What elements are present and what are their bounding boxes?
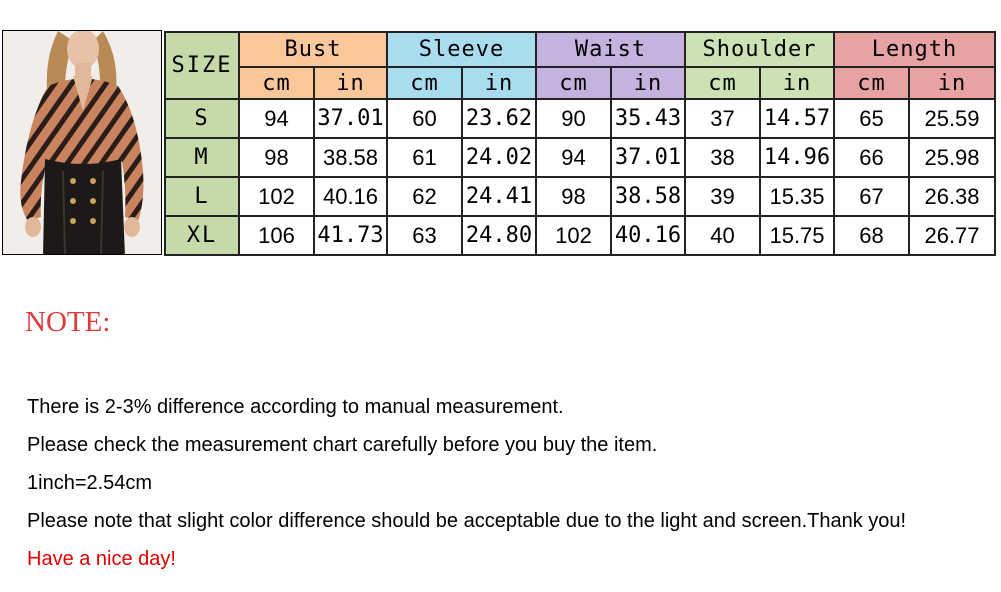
unit-cell: in <box>759 66 835 100</box>
sleeve-header: Sleeve <box>386 31 537 68</box>
value-cell: 68 <box>833 215 910 256</box>
size-cell: L <box>164 176 240 217</box>
value-cell: 98 <box>535 176 612 217</box>
table-row: M 98 38.58 61 24.02 94 37.01 38 14.96 66… <box>164 137 996 178</box>
value-cell: 65 <box>833 98 910 139</box>
value-cell: 26.77 <box>908 215 996 256</box>
shoulder-header: Shoulder <box>684 31 835 68</box>
value-cell: 60 <box>386 98 463 139</box>
value-cell: 102 <box>535 215 612 256</box>
closing-line: Have a nice day! <box>27 548 176 570</box>
value-cell: 24.80 <box>461 215 537 256</box>
value-cell: 24.02 <box>461 137 537 178</box>
value-cell: 61 <box>386 137 463 178</box>
unit-cell: cm <box>535 66 612 100</box>
value-cell: 35.43 <box>610 98 686 139</box>
value-cell: 37.01 <box>313 98 388 139</box>
value-cell: 98 <box>238 137 315 178</box>
size-cell: S <box>164 98 240 139</box>
value-cell: 94 <box>238 98 315 139</box>
bust-header: Bust <box>238 31 388 68</box>
value-cell: 40.16 <box>610 215 686 256</box>
note-line: Please check the measurement chart caref… <box>27 434 658 456</box>
table-row: S 94 37.01 60 23.62 90 35.43 37 14.57 65… <box>164 98 996 139</box>
size-header: SIZE <box>164 31 240 100</box>
unit-cell: in <box>610 66 686 100</box>
value-cell: 23.62 <box>461 98 537 139</box>
note-line: Please note that slight color difference… <box>27 510 907 532</box>
size-cell: XL <box>164 215 240 256</box>
value-cell: 14.57 <box>759 98 835 139</box>
unit-cell: cm <box>833 66 910 100</box>
value-cell: 25.98 <box>908 137 996 178</box>
table-row: XL 106 41.73 63 24.80 102 40.16 40 15.75… <box>164 215 996 256</box>
unit-cell: in <box>461 66 537 100</box>
unit-cell: in <box>313 66 388 100</box>
value-cell: 37 <box>684 98 761 139</box>
length-header: Length <box>833 31 996 68</box>
value-cell: 41.73 <box>313 215 388 256</box>
value-cell: 39 <box>684 176 761 217</box>
value-cell: 38 <box>684 137 761 178</box>
unit-cell: in <box>908 66 996 100</box>
table-row: L 102 40.16 62 24.41 98 38.58 39 15.35 6… <box>164 176 996 217</box>
value-cell: 15.35 <box>759 176 835 217</box>
value-cell: 40.16 <box>313 176 388 217</box>
value-cell: 63 <box>386 215 463 256</box>
value-cell: 24.41 <box>461 176 537 217</box>
unit-cell: cm <box>684 66 761 100</box>
value-cell: 62 <box>386 176 463 217</box>
value-cell: 102 <box>238 176 315 217</box>
value-cell: 37.01 <box>610 137 686 178</box>
value-cell: 66 <box>833 137 910 178</box>
note-title: NOTE: <box>25 306 111 338</box>
value-cell: 106 <box>238 215 315 256</box>
waist-header: Waist <box>535 31 686 68</box>
size-cell: M <box>164 137 240 178</box>
value-cell: 15.75 <box>759 215 835 256</box>
unit-cell: cm <box>238 66 315 100</box>
size-chart-table: SIZE Bust Sleeve Waist Shoulder Length c… <box>164 31 996 256</box>
value-cell: 67 <box>833 176 910 217</box>
value-cell: 40 <box>684 215 761 256</box>
value-cell: 90 <box>535 98 612 139</box>
value-cell: 94 <box>535 137 612 178</box>
value-cell: 14.96 <box>759 137 835 178</box>
value-cell: 38.58 <box>313 137 388 178</box>
product-photo <box>2 30 162 255</box>
unit-cell: cm <box>386 66 463 100</box>
value-cell: 26.38 <box>908 176 996 217</box>
value-cell: 25.59 <box>908 98 996 139</box>
value-cell: 38.58 <box>610 176 686 217</box>
note-line: There is 2-3% difference according to ma… <box>27 396 564 418</box>
note-line: 1inch=2.54cm <box>27 472 153 494</box>
